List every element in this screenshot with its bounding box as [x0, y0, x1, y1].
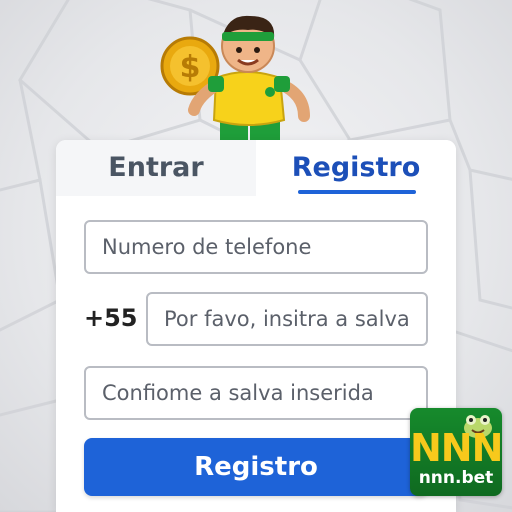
soccer-player-mascot: $	[160, 15, 310, 146]
auth-tabs: Entrar Registro	[56, 140, 456, 196]
phone-number-input[interactable]	[84, 220, 428, 274]
tab-entrar[interactable]: Entrar	[56, 140, 256, 196]
active-tab-indicator	[298, 190, 416, 194]
brand-domain: nnn.bet	[418, 468, 494, 488]
brand-badge: NNN nnn.bet	[410, 408, 502, 496]
confirm-password-input[interactable]	[84, 366, 428, 420]
tab-registro[interactable]: Registro	[256, 140, 456, 196]
brand-logo: NNN	[410, 426, 502, 470]
auth-card: Entrar Registro +55 Registro	[56, 140, 456, 512]
password-input[interactable]	[146, 292, 428, 346]
country-code-label: +55	[84, 304, 138, 332]
svg-text:$: $	[180, 50, 201, 85]
register-submit-button[interactable]: Registro	[84, 438, 428, 496]
